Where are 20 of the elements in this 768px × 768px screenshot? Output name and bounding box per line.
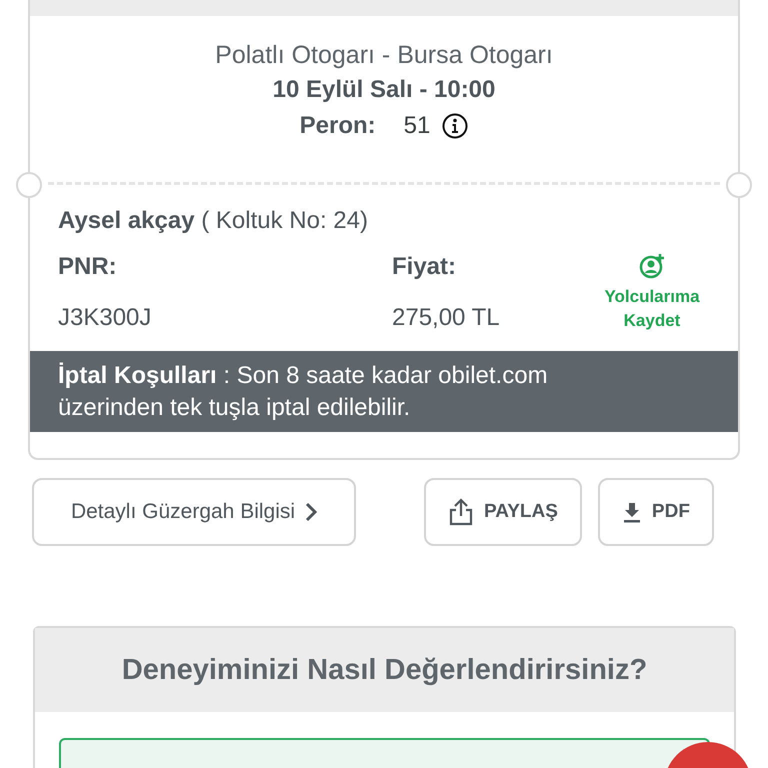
platform-number: 51 <box>404 111 430 141</box>
platform-label: Peron: <box>300 111 376 141</box>
departure-time: 10 Eylül Salı - 10:00 <box>272 75 496 105</box>
share-button[interactable]: PAYLAŞ <box>424 478 582 546</box>
route-details-button[interactable]: Detaylı Güzergah Bilgisi <box>32 478 356 546</box>
rating-option[interactable] <box>59 738 710 768</box>
download-icon <box>622 501 642 523</box>
passenger-name: Aysel akçay ( Koltuk No: 24) <box>58 207 369 235</box>
rating-title: Deneyiminizi Nasıl Değerlendirirsiniz? <box>35 628 734 712</box>
pnr-code: J3K300J <box>58 304 152 333</box>
share-icon <box>448 498 474 526</box>
chevron-right-icon <box>305 502 318 522</box>
price-label: Fiyat: <box>392 253 458 282</box>
ticket-price: 275,00 TL <box>392 304 501 333</box>
add-user-icon <box>639 253 665 279</box>
route-text: Polatlı Otogarı - Bursa Otogarı <box>215 40 553 71</box>
pnr-label: PNR: <box>58 253 118 282</box>
info-icon[interactable] <box>442 113 468 139</box>
cancellation-notice: İptal Koşulları : Son 8 saate kadar obilet.com üzerinden tek tuşla iptal edilebilir. <box>30 351 738 432</box>
pdf-button[interactable]: PDF <box>598 478 714 546</box>
